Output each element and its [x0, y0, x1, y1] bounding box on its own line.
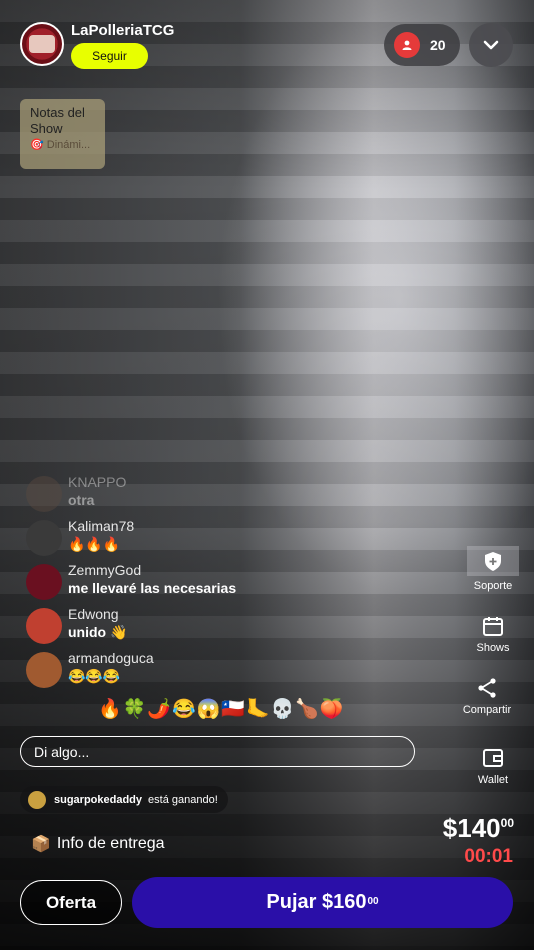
wallet-button[interactable]: Wallet [458, 746, 528, 786]
chat-username[interactable]: ZemmyGod [68, 562, 141, 578]
share-label: Compartir [462, 704, 512, 716]
support-label: Soporte [473, 580, 513, 592]
chat-message: Edwong unido 👋 [26, 606, 386, 650]
chat-message: Kaliman78 🔥🔥🔥 [26, 518, 386, 562]
support-button[interactable]: Soporte [458, 546, 528, 592]
chat-list[interactable]: KNAPPO otra Kaliman78 🔥🔥🔥 ZemmyGod me ll… [26, 474, 386, 694]
seller-avatar[interactable] [20, 22, 64, 66]
bid-label: Pujar $160 [266, 891, 367, 913]
chat-avatar[interactable] [26, 608, 62, 644]
delivery-label: Info de entrega [56, 835, 165, 852]
viewer-icon [394, 32, 420, 58]
wallet-label: Wallet [477, 774, 509, 786]
follow-button[interactable]: Seguir [71, 43, 148, 69]
chat-text: 🔥🔥🔥 [68, 536, 121, 552]
shows-button[interactable]: Shows [458, 614, 528, 654]
collapse-button[interactable] [469, 23, 513, 67]
chat-text: me llevaré las necesarias [68, 580, 237, 596]
show-notes-subtitle: 🎯 Dinámi... [30, 139, 91, 151]
chat-input[interactable] [20, 736, 415, 767]
share-icon [478, 678, 496, 698]
winner-status: está ganando! [148, 793, 218, 806]
chat-username[interactable]: KNAPPO [68, 474, 126, 490]
seller-logo [29, 35, 55, 53]
delivery-info-link[interactable]: 📦 Info de entrega [31, 834, 165, 854]
chat-avatar[interactable] [26, 652, 62, 688]
viewer-count: 20 [430, 37, 446, 53]
chat-text: otra [68, 492, 95, 508]
bid-button[interactable]: Pujar $160 00 [132, 877, 513, 928]
seller-name[interactable]: LaPolleriaTCG [71, 22, 174, 39]
chat-text: unido 👋 [68, 624, 128, 640]
chat-avatar[interactable] [26, 520, 62, 556]
chat-message: KNAPPO otra [26, 474, 386, 518]
current-price: $14000 [443, 813, 514, 844]
shield-icon [467, 546, 519, 576]
chat-username[interactable]: Kaliman78 [68, 518, 134, 534]
price-main: $140 [442, 813, 501, 843]
chat-text: 😂😂😂 [68, 668, 121, 684]
offer-button[interactable]: Oferta [20, 880, 122, 925]
shows-label: Shows [476, 642, 510, 654]
winner-name: sugarpokedaddy [54, 793, 143, 806]
chat-avatar[interactable] [26, 564, 62, 600]
chevron-down-icon [483, 40, 499, 50]
show-notes-title: Notas del Show [30, 105, 85, 136]
winning-bidder-badge: sugarpokedaddy está ganando! [20, 786, 228, 813]
quick-emoji-bar[interactable]: 🔥🍀🌶️😂😱🇨🇱🦶💀🍗🍑 [98, 697, 345, 721]
viewer-count-badge[interactable]: 20 [384, 24, 460, 66]
chat-avatar[interactable] [26, 476, 62, 512]
package-icon: 📦 [31, 836, 51, 853]
price-cents: 00 [500, 816, 514, 830]
auction-timer: 00:01 [464, 846, 513, 867]
calendar-icon [483, 617, 503, 636]
chat-username[interactable]: armandoguca [68, 650, 154, 666]
show-notes-card[interactable]: Notas del Show 🎯 Dinámi... [20, 99, 105, 169]
winner-avatar [28, 790, 46, 809]
bid-cents: 00 [367, 896, 379, 907]
chat-message: ZemmyGod me llevaré las necesarias [26, 562, 386, 606]
wallet-icon [483, 749, 503, 767]
chat-message: armandoguca 😂😂😂 [26, 650, 386, 694]
chat-username[interactable]: Edwong [68, 606, 119, 622]
share-button[interactable]: Compartir [452, 676, 522, 716]
